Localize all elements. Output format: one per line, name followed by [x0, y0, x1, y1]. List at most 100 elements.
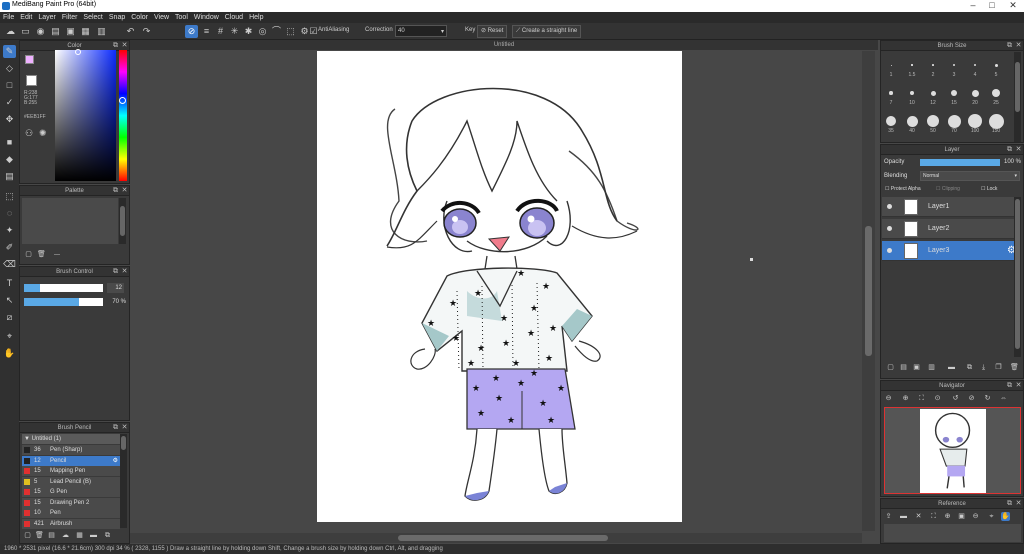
brush-size-preset[interactable]: [906, 115, 918, 127]
hue-slider[interactable]: [119, 50, 127, 181]
brush-size-preset[interactable]: [932, 64, 934, 66]
reference-hand-icon[interactable]: ✋: [1001, 512, 1010, 521]
eyedropper-tool-icon[interactable]: ⌖: [3, 330, 16, 343]
delete-palette-icon[interactable]: 🗑: [37, 250, 46, 259]
menu-layer[interactable]: Layer: [35, 12, 59, 23]
brush-copy-icon[interactable]: ⧉: [103, 531, 112, 540]
close-panel-icon[interactable]: ✕: [1015, 146, 1022, 153]
brush-list-item[interactable]: 10 Pen: [22, 508, 120, 518]
layer-scrollbar[interactable]: [1014, 197, 1021, 357]
float-icon[interactable]: ⧉: [112, 268, 119, 275]
brush-list-item[interactable]: 12 Pencil ⚙: [22, 455, 120, 466]
new-folder-icon[interactable]: ▬: [947, 363, 956, 372]
menu-window[interactable]: Window: [191, 12, 222, 23]
close-panel-icon[interactable]: ✕: [1015, 500, 1022, 507]
reference-zoom-out-icon[interactable]: ⊖: [971, 512, 980, 521]
menu-file[interactable]: File: [0, 12, 17, 23]
brush-opacity-slider[interactable]: [24, 298, 103, 306]
cloud-icon[interactable]: ☁: [4, 25, 17, 38]
brush-folder-icon[interactable]: ▬: [89, 531, 98, 540]
palette-scrollbar[interactable]: [119, 198, 126, 244]
brush-size-preset[interactable]: [988, 113, 1004, 129]
eye-icon[interactable]: [887, 226, 892, 231]
navigator-preview[interactable]: [884, 407, 1021, 494]
select-pen-icon[interactable]: ✐: [3, 241, 16, 254]
select-tool-icon[interactable]: ✓: [3, 96, 16, 109]
brush-size-preset[interactable]: [909, 90, 915, 96]
brush-size-preset[interactable]: [992, 89, 1000, 97]
brush-size-scrollbar[interactable]: [1014, 52, 1021, 142]
flip-icon[interactable]: ⇔: [999, 394, 1008, 403]
snap-3d-icon[interactable]: ⬚: [284, 25, 297, 38]
snap-parallel-icon[interactable]: ≡: [200, 25, 213, 38]
correction-select[interactable]: 40 ▾: [395, 25, 447, 37]
menu-color[interactable]: Color: [128, 12, 151, 23]
brush-size-preset[interactable]: [911, 64, 913, 66]
layer-opacity-slider[interactable]: [920, 159, 1000, 166]
snap-circle-icon[interactable]: ◎: [256, 25, 269, 38]
new-file-icon[interactable]: ▭: [19, 25, 32, 38]
float-icon[interactable]: ⧉: [1006, 500, 1013, 507]
canvas-vertical-scrollbar[interactable]: [862, 51, 875, 531]
gear-icon[interactable]: ⚙: [113, 456, 118, 466]
brush-size-preset[interactable]: [947, 114, 961, 128]
palette-icon[interactable]: ⚇: [25, 128, 35, 138]
dot-tool-icon[interactable]: □: [3, 79, 16, 92]
hue-slider-handle[interactable]: [119, 97, 126, 104]
duplicate-layer-icon[interactable]: ⧉: [965, 363, 974, 372]
rotate-reset-icon[interactable]: ⊘: [967, 394, 976, 403]
close-panel-icon[interactable]: ✕: [121, 268, 128, 275]
brush-size-preset[interactable]: [930, 90, 936, 96]
transparent-color-swatch[interactable]: [26, 75, 37, 86]
document-tab[interactable]: Untitled: [130, 40, 878, 50]
close-panel-icon[interactable]: ✕: [1015, 382, 1022, 389]
brush-list-item[interactable]: 15 Drawing Pen 2: [22, 497, 120, 508]
brush-size-preset[interactable]: [886, 116, 896, 126]
open-file-icon[interactable]: ▤: [49, 25, 62, 38]
rotate-right-icon[interactable]: ↻: [983, 394, 992, 403]
color-saturation-box[interactable]: [55, 50, 116, 181]
color-cursor[interactable]: [75, 49, 81, 55]
menu-select[interactable]: Select: [80, 12, 105, 23]
brush-cloud-icon[interactable]: ☁: [61, 531, 70, 540]
actual-size-icon[interactable]: ⊙: [933, 394, 942, 403]
reference-upload-icon[interactable]: ⇪: [884, 512, 893, 521]
add-brush-icon[interactable]: ▢: [23, 531, 32, 540]
float-icon[interactable]: ⧉: [112, 424, 119, 431]
redo-icon[interactable]: ↷: [140, 25, 153, 38]
menu-help[interactable]: Help: [246, 12, 266, 23]
grid-icon[interactable]: ▥: [95, 25, 108, 38]
layer-row-layer3[interactable]: Layer3 ⚙: [882, 241, 1020, 261]
lasso-tool-icon[interactable]: ◌: [3, 207, 16, 220]
brush-size-preset[interactable]: [971, 89, 979, 97]
brush-list-item[interactable]: 36 Pen (Sharp): [22, 445, 120, 455]
undo-icon[interactable]: ↶: [124, 25, 137, 38]
fit-icon[interactable]: ⛶: [917, 394, 926, 403]
hand-tool-icon[interactable]: ✋: [3, 347, 16, 360]
brush-group-header[interactable]: ▼ Untitled (1): [22, 434, 120, 444]
new-halftone-layer-icon[interactable]: ▤: [899, 363, 908, 372]
brush-list-item[interactable]: 15 Mapping Pen: [22, 466, 120, 476]
primary-color-swatch[interactable]: [25, 55, 34, 64]
select-eraser-icon[interactable]: ⌫: [3, 258, 16, 271]
select-rect-icon[interactable]: ⬚: [3, 190, 16, 203]
maximize-button[interactable]: □: [985, 0, 999, 11]
brush-size-preset[interactable]: [973, 63, 977, 67]
export-icon[interactable]: ▦: [79, 25, 92, 38]
brush-size-slider[interactable]: [24, 284, 103, 292]
eraser-tool-icon[interactable]: ◇: [3, 62, 16, 75]
blending-select[interactable]: Normal ▾: [920, 171, 1020, 181]
new-8bit-layer-icon[interactable]: ▣: [912, 363, 921, 372]
brush-size-value[interactable]: 12: [107, 283, 124, 293]
brush-size-preset[interactable]: [994, 63, 998, 67]
operation-tool-icon[interactable]: ↖: [3, 294, 16, 307]
reference-fit-icon[interactable]: ⛶: [929, 512, 938, 521]
brush-size-preset[interactable]: [968, 114, 982, 128]
brush-list-scrollbar[interactable]: [120, 434, 127, 528]
close-panel-icon[interactable]: ✕: [1015, 42, 1022, 49]
brush-tool-icon[interactable]: ✎: [3, 45, 16, 58]
menu-filter[interactable]: Filter: [59, 12, 81, 23]
float-icon[interactable]: ⧉: [112, 187, 119, 194]
bucket-tool-icon[interactable]: ◆: [3, 153, 16, 166]
chat-icon[interactable]: ◉: [34, 25, 47, 38]
